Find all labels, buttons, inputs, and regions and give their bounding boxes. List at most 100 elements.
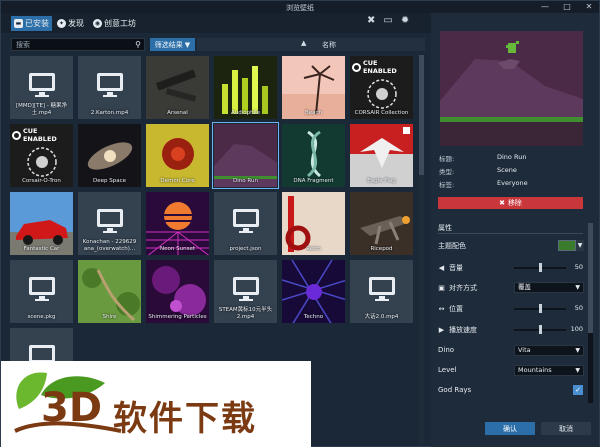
monitor-icon [233, 209, 259, 233]
wallpaper-tile[interactable] [9, 327, 74, 361]
volume-slider-knob[interactable] [539, 263, 542, 272]
grid-scrollbar-thumb[interactable] [419, 55, 424, 175]
remove-button[interactable]: ✖ 移除 [438, 197, 583, 209]
chevron-down-icon[interactable]: ▼ [576, 240, 584, 251]
confirm-button[interactable]: 确认 [485, 422, 535, 435]
tile-caption: Demon Core [160, 177, 195, 184]
wallpaper-tile[interactable]: Shire [77, 259, 142, 324]
sort-direction-icon[interactable]: ▲ [301, 39, 306, 47]
wallpaper-tile[interactable]: STEAM黄标10元半头2.mp4 [213, 259, 278, 324]
chevron-down-icon: ▼ [575, 347, 580, 354]
window-title: 浏览壁纸 [286, 4, 314, 12]
godrays-label: God Rays [438, 386, 472, 394]
theme-color-swatch[interactable] [558, 240, 576, 251]
minimize-button[interactable]: — [539, 2, 551, 11]
filter-button[interactable]: 筛选结果 ▼ [150, 38, 195, 51]
tool-icons: ✖ ▭ ✹ [367, 15, 409, 26]
wallpaper-tile[interactable]: Dino Run [212, 122, 279, 189]
remove-label: 移除 [507, 199, 522, 207]
funnel-icon: ▼ [184, 40, 191, 49]
tile-caption: 大话2.0.mp4 [364, 313, 399, 320]
tile-caption: Beach [304, 109, 323, 116]
wallpaper-tile[interactable]: project.json [213, 191, 278, 256]
wallpaper-tile[interactable]: Arsenal [145, 55, 210, 120]
cancel-button[interactable]: 取消 [541, 422, 591, 435]
search-box: ⚲ [11, 38, 145, 51]
speed-slider-knob[interactable] [539, 325, 542, 334]
image-icon: ▣ [438, 284, 445, 292]
theme-color-row: 主题配色 ▼ [438, 240, 585, 252]
gear-icon[interactable]: ✹ [401, 15, 409, 26]
godrays-checkbox[interactable]: ✓ [573, 385, 583, 395]
monitor-icon[interactable]: ▭ [383, 15, 392, 26]
properties-scrollbar-thumb[interactable] [588, 223, 593, 333]
wallpaper-tile[interactable]: Beach [281, 55, 346, 120]
tile-caption: CORSAIR Collection [354, 109, 409, 116]
sort-label: 名称 [322, 41, 336, 49]
position-slider-knob[interactable] [539, 304, 542, 313]
search-input[interactable] [12, 39, 130, 50]
tab-workshop[interactable]: ◉ 创意工坊 [90, 16, 139, 31]
dino-value: Vita [518, 346, 531, 354]
wallpaper-tile[interactable]: Demon Core [145, 123, 210, 188]
monitor-icon [97, 209, 123, 233]
wallpaper-tile[interactable]: DNA Fragment [281, 123, 346, 188]
dino-row: Dino Vita ▼ [438, 345, 585, 357]
wallpaper-tile[interactable]: Neon Sunset [145, 191, 210, 256]
play-icon: ▶ [438, 326, 445, 334]
close-icon: ✖ [499, 199, 505, 207]
select-checkbox[interactable] [403, 127, 410, 134]
close-button[interactable]: ✕ [583, 2, 595, 11]
volume-value: 50 [574, 263, 583, 271]
wallpaper-tile[interactable]: Fantastic Car [9, 191, 74, 256]
search-icon[interactable]: ⚲ [135, 40, 141, 49]
wallpaper-grid: [MMD][TE] - 糖果净土.mp4 2.Karton.mp4 Arsenal A… [9, 55, 417, 361]
tile-caption: Fantastic Car [23, 245, 60, 252]
dino-run-preview-art [440, 31, 583, 146]
wallpaper-preview [440, 31, 583, 146]
wallpaper-tile[interactable]: Konachan - 229629 ana_(overwatch)... [77, 191, 142, 256]
wallpaper-tile[interactable]: Audiophile [213, 55, 278, 120]
wallpaper-tile[interactable]: 大话2.0.mp4 [349, 259, 414, 324]
tab-discover-label: 发现 [68, 19, 84, 28]
chevron-down-icon: ▼ [575, 284, 580, 291]
speaker-icon: ◀ [438, 264, 445, 272]
wallpaper-tile[interactable]: 2.Karton.mp4 [77, 55, 142, 120]
detail-title-value: Dino Run [497, 153, 527, 161]
window-controls: — □ ✕ [539, 2, 595, 11]
volume-row: ◀ 音量 50 [438, 262, 585, 274]
tile-caption: 2.Karton.mp4 [90, 109, 129, 116]
tab-discover[interactable]: ✦ 发现 [54, 16, 87, 31]
level-dropdown[interactable]: Mountains ▼ [514, 365, 584, 376]
wallpaper-tile[interactable]: Techno [281, 259, 346, 324]
align-dropdown[interactable]: 覆盖 ▼ [514, 282, 584, 293]
dino-dropdown[interactable]: Vita ▼ [514, 345, 584, 356]
sort-bar[interactable]: ▲ 名称 [197, 38, 425, 51]
volume-label: 音量 [449, 264, 463, 272]
arrows-horizontal-icon: ↔ [438, 305, 445, 313]
tab-installed[interactable]: ▬ 已安装 [11, 16, 52, 31]
watermark: 3D 软件下载 [1, 361, 311, 447]
wallpaper-tile[interactable]: Retro [281, 191, 346, 256]
speed-value: 100 [570, 325, 583, 333]
dino-label: Dino [438, 346, 455, 354]
detail-tag-label: 标签: [439, 181, 455, 189]
tile-caption: Techno [303, 313, 324, 320]
wallpaper-tile[interactable]: CUE ENABLED Corsair-O-Tron [9, 123, 74, 188]
wallpaper-tile[interactable]: [MMD][TE] - 糖果净土.mp4 [9, 55, 74, 120]
godrays-row: God Rays ✓ [438, 385, 585, 397]
level-value: Mountains [518, 366, 552, 374]
wallpaper-tile[interactable]: Shimmering Particles [145, 259, 210, 324]
wallpaper-tile[interactable]: Deep Space [77, 123, 142, 188]
maximize-button[interactable]: □ [561, 2, 573, 11]
title-bar: 浏览壁纸 — □ ✕ [1, 1, 599, 13]
align-value: 覆盖 [518, 283, 531, 291]
wallpaper-tile[interactable]: Ricepod [349, 191, 414, 256]
wallpaper-tile[interactable]: Eagle Flag [349, 123, 414, 188]
detail-type-value: Scene [497, 166, 517, 174]
tile-caption: [MMD][TE] - 糖果净土.mp4 [15, 103, 68, 116]
tile-caption: Eagle Flag [367, 177, 396, 184]
wrench-icon[interactable]: ✖ [367, 15, 375, 26]
wallpaper-tile[interactable]: CUE ENABLED CORSAIR Collection [349, 55, 414, 120]
wallpaper-tile[interactable]: scene.pkg [9, 259, 74, 324]
